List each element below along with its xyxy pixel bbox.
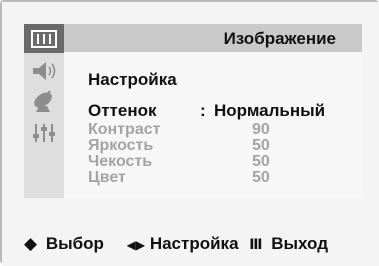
menu-item-label: Цвет (88, 169, 126, 186)
exit-hint: Выход (271, 234, 329, 253)
antenna-icon[interactable] (24, 86, 64, 115)
select-hint: Выбор (45, 234, 104, 253)
menu-item-label: Чекость (88, 153, 153, 170)
tv-osd-menu: Изображение Настройка Оттенок : Нормальн… (0, 0, 379, 266)
settings-sliders-icon[interactable] (24, 118, 64, 147)
adjust-hint: Настройка (149, 234, 239, 253)
left-right-arrows-icon: ◀▶ (126, 238, 146, 252)
menu-item-value: Нормальный (214, 101, 326, 120)
menu-title: Изображение (223, 29, 336, 48)
menu-exit-icon: Ⅲ (249, 236, 263, 252)
menu-item-value: 50 (252, 169, 270, 186)
help-bar: ◆ Выбор ◀▶ Настройка Ⅲ Выход (24, 234, 328, 254)
menu-item-separator: : (200, 101, 206, 120)
menu-item-value: 50 (252, 153, 270, 170)
menu-item-label: Яркость (88, 137, 154, 154)
menu-item-value: 50 (252, 137, 270, 154)
picture-icon[interactable] (24, 24, 64, 53)
section-label: Настройка (88, 70, 177, 89)
up-down-arrows-icon: ◆ (24, 234, 38, 253)
menu-item-value: 90 (252, 121, 270, 138)
menu-title-bar: Изображение (64, 24, 362, 52)
menu-icon-column (24, 24, 64, 198)
menu-item-label: Оттенок (88, 101, 157, 120)
speaker-icon[interactable] (24, 56, 64, 85)
menu-item-label: Контраст (88, 121, 161, 138)
